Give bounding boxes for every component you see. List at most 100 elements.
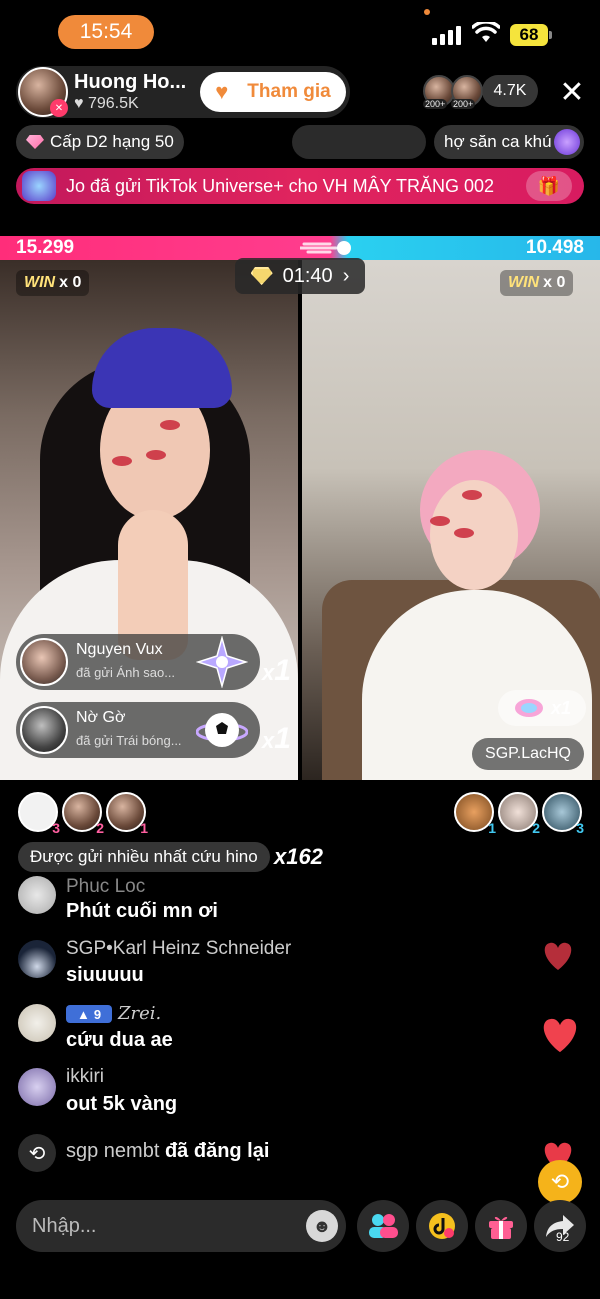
close-icon[interactable]: ✕ (556, 76, 588, 109)
battle-timer[interactable]: 01:40 › (235, 258, 365, 294)
comment-input-box[interactable] (16, 1200, 346, 1252)
left-score: 15.299 (16, 237, 75, 258)
gift-description: đã gửi Trái bóng... (76, 733, 182, 748)
join-label: Tham gia (247, 81, 331, 102)
gift-button[interactable] (475, 1200, 527, 1252)
emoji-icon[interactable]: ☻ (306, 1210, 338, 1242)
signal-icon (432, 26, 461, 45)
rank-number: 2 (532, 820, 540, 836)
heart-icon (544, 942, 572, 970)
tiktok-icon (429, 1213, 455, 1239)
chat-message: cứu dua ae (66, 1029, 173, 1051)
chat-username[interactable]: ikkiri (66, 1066, 104, 1088)
kiss-mark (112, 456, 132, 466)
chat-username[interactable]: Zrei. (118, 1003, 161, 1024)
guest-button[interactable] (357, 1200, 409, 1252)
gift-notification[interactable]: Nờ Gờ đã gửi Trái bóng... (16, 702, 260, 758)
repost-user[interactable]: sgp nembt (66, 1140, 159, 1162)
host-name[interactable]: Huong Ho... (74, 71, 186, 94)
gift-notification[interactable]: Nguyen Vux đã gửi Ánh sao... (16, 634, 260, 690)
hunt-label: hợ săn ca khú (444, 132, 552, 151)
people-icon (369, 1214, 398, 1238)
mult-x: x (262, 728, 275, 753)
recording-dot (424, 9, 430, 15)
most-sent-label: Được gửi nhiều nhất (30, 847, 187, 866)
repost-message: sgp nembt đã đăng lại (66, 1140, 269, 1163)
rank-number: 3 (576, 820, 584, 836)
universe-gift-icon (22, 171, 56, 201)
rank-avatar[interactable]: 1 (454, 792, 496, 836)
repost-action: đã đăng lại (164, 1140, 270, 1162)
kiss-mark (160, 420, 180, 430)
most-sent-gift: cứu hino (191, 847, 258, 866)
rank-number: 1 (140, 820, 148, 836)
mult-value: x1 (550, 697, 572, 718)
level-chip[interactable]: Cấp D2 hạng 50 (16, 125, 184, 159)
win-label: WIN (24, 274, 56, 291)
level-label: Cấp D2 hạng 50 (50, 132, 174, 151)
most-sent-multiplier: x162 (274, 844, 323, 869)
triangle-icon: ▲ (76, 1006, 90, 1022)
chat-avatar[interactable] (18, 876, 56, 914)
chevron-right-icon: › (342, 264, 350, 287)
left-win-count: x 0 (59, 274, 82, 291)
rank-avatar[interactable]: 3 (18, 792, 60, 836)
chat-username[interactable]: SGP•Karl Heinz Schneider (66, 938, 291, 960)
gift-multiplier: x1 (262, 654, 291, 688)
avatar (20, 706, 68, 754)
gift-icon[interactable]: 🎁 (526, 171, 572, 201)
battery-tip (549, 31, 552, 39)
gift-icon (514, 699, 543, 717)
rank-avatar[interactable]: 3 (542, 792, 584, 836)
right-gift-multiplier: x1 (498, 690, 586, 726)
win-label: WIN (508, 274, 540, 291)
right-win-badge: WIN x 0 (500, 270, 574, 296)
gift-sender-name: Nờ Gờ (76, 709, 126, 726)
gift-banner[interactable]: Jo đã gửi TikTok Universe+ cho VH MÂY TR… (16, 168, 584, 204)
rank-number: 3 (52, 820, 60, 836)
mic-muted-icon: ✕ (50, 99, 68, 117)
share-button[interactable] (534, 1200, 586, 1252)
chat-avatar[interactable] (18, 940, 56, 978)
hunt-chip[interactable]: hợ săn ca khú (434, 125, 584, 159)
heart-icon: ♥ (74, 95, 84, 112)
viewer-count[interactable]: 4.7K (482, 75, 538, 107)
kiss-mark (430, 516, 450, 526)
banner-text: Jo đã gửi TikTok Universe+ cho VH MÂY TR… (66, 175, 495, 196)
join-button[interactable]: ♥ Tham gia (200, 72, 346, 112)
soccer-ball-icon (196, 713, 248, 747)
rank-avatar[interactable]: 1 (106, 792, 148, 836)
heart-plus-icon: ♥ (215, 79, 229, 104)
kiss-mark (146, 450, 166, 460)
tiktok-coin-button[interactable] (416, 1200, 468, 1252)
user-level-badge: ▲ 9 (66, 1005, 112, 1023)
rank-avatar[interactable]: 2 (498, 792, 540, 836)
right-streamer-name[interactable]: SGP.LacHQ (472, 738, 584, 770)
rank-avatar[interactable]: 2 (62, 792, 104, 836)
blank-chip[interactable] (292, 125, 426, 159)
planet-icon (554, 129, 580, 155)
rank-number: 1 (488, 820, 496, 836)
rank-number: 2 (96, 820, 104, 836)
wifi-icon (472, 22, 500, 42)
mult-x: x (262, 660, 275, 685)
left-streamer-cap (92, 328, 232, 408)
chat-username[interactable]: Phuc Loc (66, 876, 145, 898)
viewer-badge: 200+ (451, 99, 476, 109)
repost-button[interactable]: ⟲ (538, 1160, 582, 1204)
panel-divider (298, 260, 302, 780)
mult-n: 1 (274, 722, 291, 755)
chat-avatar[interactable] (18, 1004, 56, 1042)
viewer-badge: 200+ (423, 99, 448, 109)
most-sent-chip[interactable]: Được gửi nhiều nhất cứu hino (18, 842, 270, 872)
comment-input[interactable] (32, 1200, 292, 1252)
viewer-avatar[interactable]: 200+ (451, 75, 483, 109)
diamond-icon (26, 135, 44, 149)
host-likes: ♥ 796.5K (74, 95, 139, 113)
left-win-badge: WIN x 0 (16, 270, 90, 296)
sparkle-icon (300, 241, 351, 255)
kiss-mark (454, 528, 474, 538)
timer-value: 01:40 (282, 264, 333, 287)
share-count: 92 (556, 1230, 570, 1244)
chat-avatar[interactable] (18, 1068, 56, 1106)
